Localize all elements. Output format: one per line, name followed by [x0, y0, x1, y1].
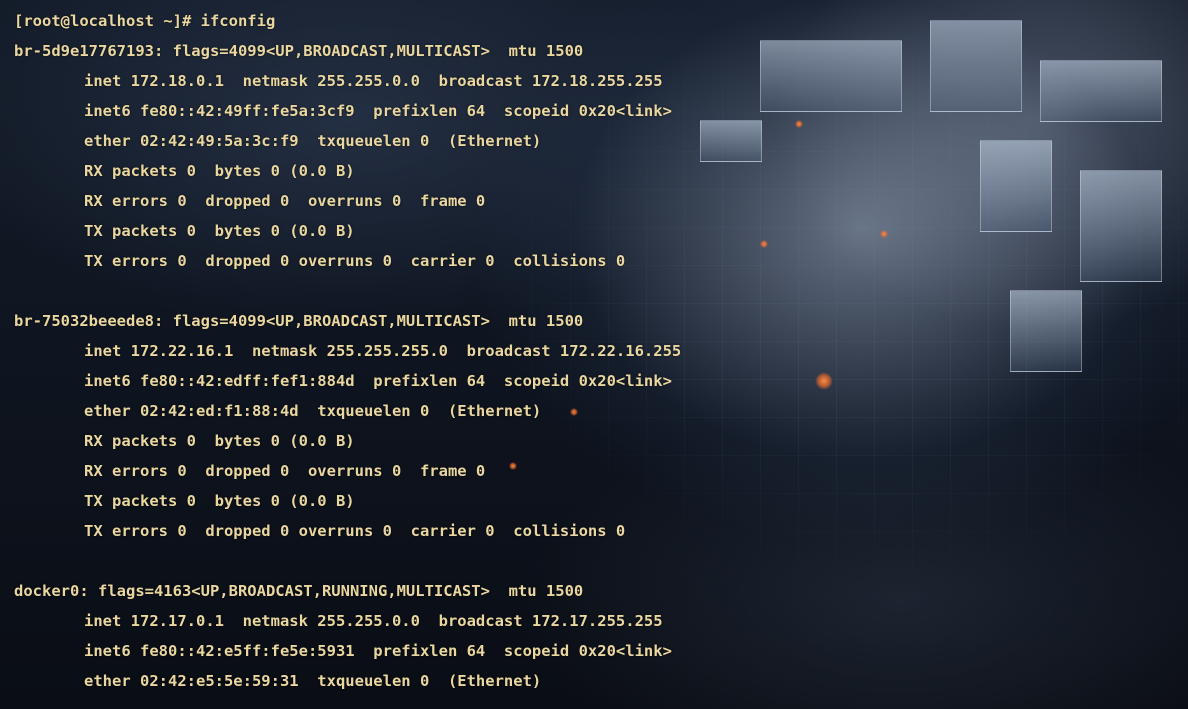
terminal-line: RX packets 0 bytes 0 (0.0 B): [84, 432, 355, 450]
terminal-line: inet6 fe80::42:e5ff:fe5e:5931 prefixlen …: [84, 642, 672, 660]
terminal-line: inet 172.18.0.1 netmask 255.255.0.0 broa…: [84, 72, 663, 90]
terminal-line: RX errors 0 dropped 0 overruns 0 frame 0: [84, 462, 486, 480]
terminal-line-iface-header: br-75032beeede8: flags=4099<UP,BROADCAST…: [14, 312, 584, 330]
terminal-line-prompt: [root@localhost ~]# ifconfig: [14, 12, 276, 30]
terminal-line: TX packets 0 bytes 0 (0.0 B): [84, 222, 355, 240]
terminal-line: RX errors 0 dropped 0 overruns 0 frame 0: [84, 192, 486, 210]
terminal-line: inet 172.17.0.1 netmask 255.255.0.0 broa…: [84, 612, 663, 630]
terminal-output[interactable]: [root@localhost ~]# ifconfig br-5d9e17767…: [14, 6, 1174, 696]
terminal-line: ether 02:42:ed:f1:88:4d txqueuelen 0 (Et…: [84, 402, 542, 420]
terminal-line: ether 02:42:49:5a:3c:f9 txqueuelen 0 (Et…: [84, 132, 542, 150]
terminal-line: inet 172.22.16.1 netmask 255.255.255.0 b…: [84, 342, 682, 360]
terminal-line: ether 02:42:e5:5e:59:31 txqueuelen 0 (Et…: [84, 672, 542, 690]
terminal-line-iface-header: docker0: flags=4163<UP,BROADCAST,RUNNING…: [14, 582, 584, 600]
terminal-line: inet6 fe80::42:edff:fef1:884d prefixlen …: [84, 372, 672, 390]
terminal-line: RX packets 0 bytes 0 (0.0 B): [84, 162, 355, 180]
terminal-line: inet6 fe80::42:49ff:fe5a:3cf9 prefixlen …: [84, 102, 672, 120]
terminal-line: TX errors 0 dropped 0 overruns 0 carrier…: [84, 252, 626, 270]
terminal-line-iface-header: br-5d9e17767193: flags=4099<UP,BROADCAST…: [14, 42, 584, 60]
terminal-line: TX packets 0 bytes 0 (0.0 B): [84, 492, 355, 510]
terminal-line: TX errors 0 dropped 0 overruns 0 carrier…: [84, 522, 626, 540]
